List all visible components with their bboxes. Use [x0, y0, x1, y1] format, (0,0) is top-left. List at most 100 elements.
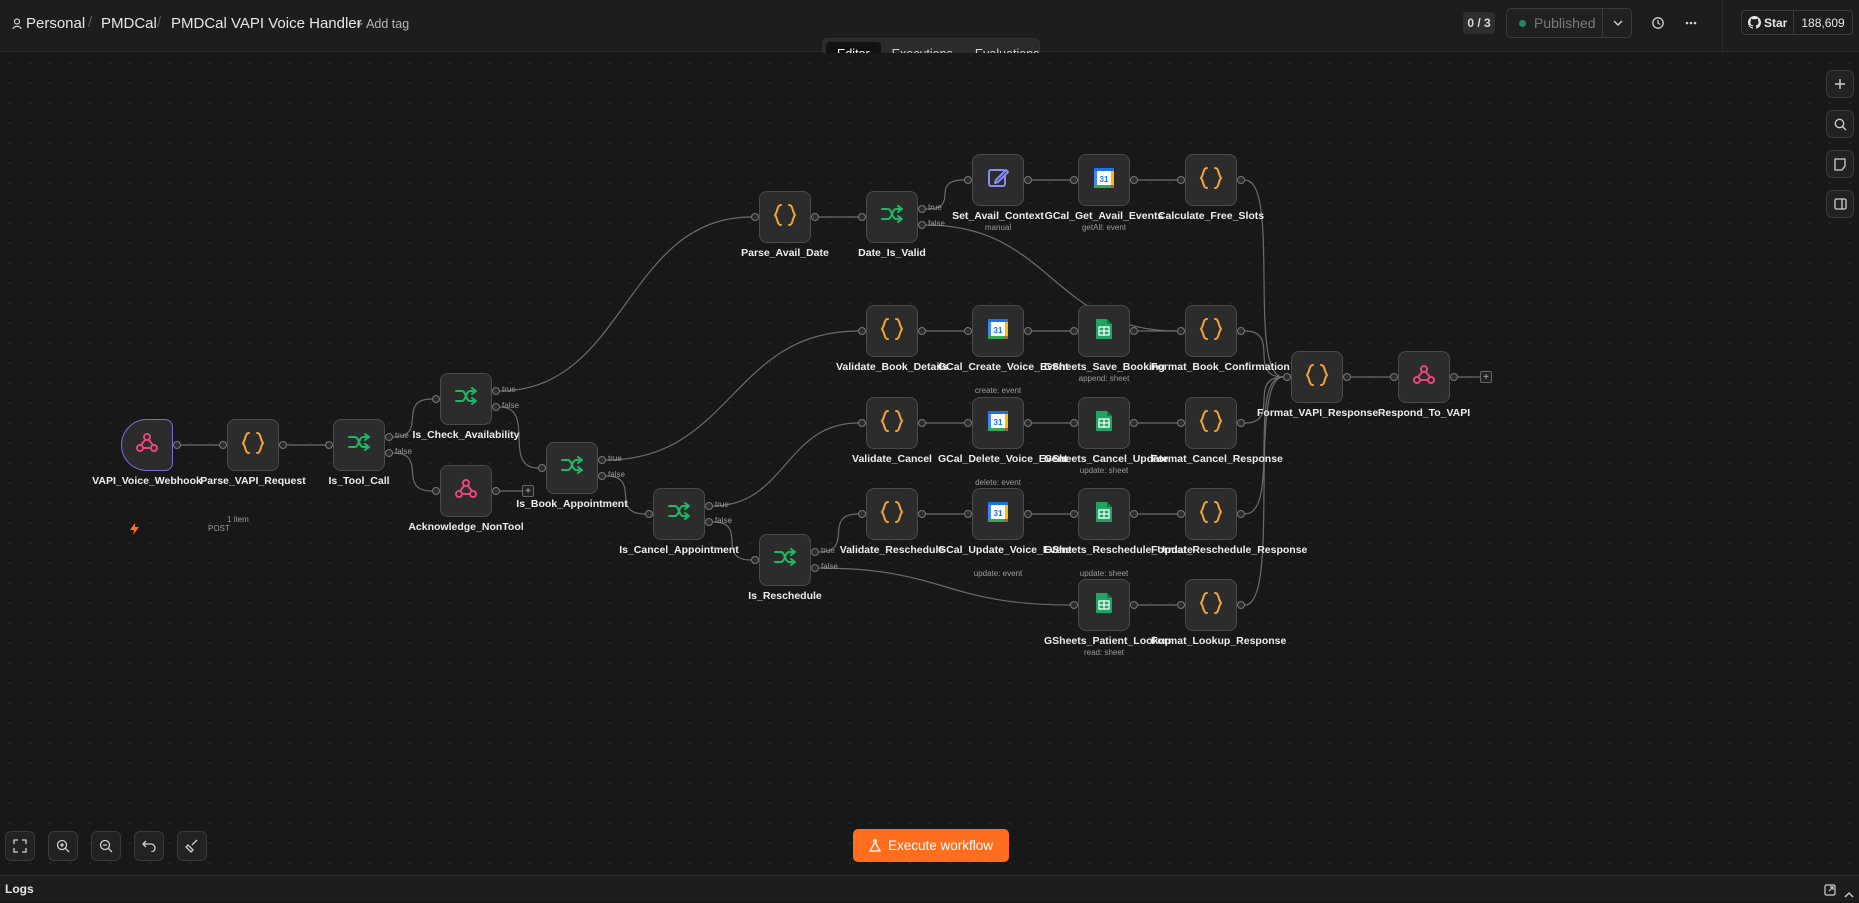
output-port[interactable] [705, 518, 713, 526]
input-port[interactable] [964, 419, 972, 427]
node-format-lookup-response[interactable] [1185, 579, 1237, 631]
output-port[interactable] [918, 510, 926, 518]
breadcrumb-project[interactable]: PMDCal [101, 15, 157, 32]
node-format-reschedule-response[interactable] [1185, 488, 1237, 540]
breadcrumb-personal[interactable]: Personal [26, 15, 85, 32]
input-port[interactable] [964, 327, 972, 335]
output-port[interactable] [811, 564, 819, 572]
fit-view-button[interactable] [5, 831, 35, 861]
node-gcal-get-avail-events[interactable]: 31 [1078, 154, 1130, 206]
node-format-vapi-response[interactable] [1291, 351, 1343, 403]
popout-icon[interactable] [1824, 883, 1836, 901]
input-port[interactable] [858, 419, 866, 427]
output-port[interactable] [1130, 510, 1138, 518]
input-port[interactable] [751, 213, 759, 221]
output-port[interactable] [598, 456, 606, 464]
node-acknowledge-nontool[interactable] [440, 465, 492, 517]
node-set-avail-context[interactable] [972, 154, 1024, 206]
output-port[interactable] [1130, 419, 1138, 427]
output-port[interactable] [1343, 373, 1351, 381]
output-port[interactable] [173, 441, 181, 449]
output-port[interactable] [1024, 419, 1032, 427]
node-validate-cancel[interactable] [866, 397, 918, 449]
node-parse-vapi-request[interactable] [227, 419, 279, 471]
output-port[interactable] [918, 221, 926, 229]
output-port[interactable] [1237, 601, 1245, 609]
input-port[interactable] [1070, 510, 1078, 518]
input-port[interactable] [751, 556, 759, 564]
github-star-button[interactable]: Star 188,609 [1741, 10, 1853, 35]
node-is-tool-call[interactable] [333, 419, 385, 471]
sticky-note-button[interactable] [1826, 150, 1854, 178]
tidy-up-button[interactable] [177, 831, 207, 861]
node-validate-book-details[interactable] [866, 305, 918, 357]
output-port[interactable] [811, 213, 819, 221]
zoom-out-button[interactable] [91, 831, 121, 861]
history-button[interactable] [1649, 14, 1667, 32]
output-port[interactable] [1237, 510, 1245, 518]
node-format-book-confirmation[interactable] [1185, 305, 1237, 357]
output-port[interactable] [1024, 327, 1032, 335]
input-port[interactable] [1070, 327, 1078, 335]
output-port[interactable] [918, 327, 926, 335]
input-port[interactable] [1390, 373, 1398, 381]
node-gsheets-patient-lookup[interactable] [1078, 579, 1130, 631]
workflow-title[interactable]: PMDCal VAPI Voice Handler [171, 15, 362, 32]
output-port[interactable] [385, 433, 393, 441]
input-port[interactable] [219, 441, 227, 449]
output-port[interactable] [1237, 419, 1245, 427]
input-port[interactable] [964, 176, 972, 184]
output-port[interactable] [598, 472, 606, 480]
zoom-in-button[interactable] [48, 831, 78, 861]
input-port[interactable] [1070, 601, 1078, 609]
output-port[interactable] [1024, 510, 1032, 518]
publish-dropdown-button[interactable] [1602, 8, 1632, 38]
node-gsheets-save-booking[interactable] [1078, 305, 1130, 357]
input-port[interactable] [325, 441, 333, 449]
chevron-up-icon[interactable] [1844, 885, 1854, 903]
output-port[interactable] [1450, 373, 1458, 381]
node-is-cancel-appointment[interactable] [653, 488, 705, 540]
output-port[interactable] [1130, 327, 1138, 335]
output-port[interactable] [918, 419, 926, 427]
input-port[interactable] [538, 464, 546, 472]
input-port[interactable] [1177, 419, 1185, 427]
node-gsheets-cancel-update[interactable] [1078, 397, 1130, 449]
output-port[interactable] [918, 205, 926, 213]
node-is-reschedule[interactable] [759, 534, 811, 586]
output-port[interactable] [492, 403, 500, 411]
output-port[interactable] [385, 449, 393, 457]
node-parse-avail-date[interactable] [759, 191, 811, 243]
node-date-is-valid[interactable] [866, 191, 918, 243]
node-calculate-free-slots[interactable] [1185, 154, 1237, 206]
output-port[interactable] [1024, 176, 1032, 184]
add-next-node-button[interactable]: + [522, 485, 534, 497]
input-port[interactable] [858, 510, 866, 518]
node-is-book-appointment[interactable] [546, 442, 598, 494]
input-port[interactable] [1177, 327, 1185, 335]
input-port[interactable] [1070, 419, 1078, 427]
input-port[interactable] [1070, 176, 1078, 184]
output-port[interactable] [492, 387, 500, 395]
logs-panel-bar[interactable]: Logs [0, 875, 1859, 901]
output-port[interactable] [492, 487, 500, 495]
github-star-part[interactable]: Star [1742, 11, 1795, 34]
node-format-cancel-response[interactable] [1185, 397, 1237, 449]
node-respond-to-vapi[interactable] [1398, 351, 1450, 403]
more-options-button[interactable] [1682, 14, 1700, 32]
node-validate-reschedule[interactable] [866, 488, 918, 540]
toggle-panel-button[interactable] [1826, 190, 1854, 218]
search-nodes-button[interactable] [1826, 110, 1854, 138]
execute-workflow-button[interactable]: Execute workflow [853, 829, 1009, 862]
input-port[interactable] [1177, 176, 1185, 184]
output-port[interactable] [279, 441, 287, 449]
node-gcal-delete-voice-event[interactable]: 31 [972, 397, 1024, 449]
node-gsheets-reschedule-update[interactable] [1078, 488, 1130, 540]
input-port[interactable] [858, 213, 866, 221]
add-node-button[interactable] [1826, 70, 1854, 98]
input-port[interactable] [1177, 601, 1185, 609]
output-port[interactable] [1237, 176, 1245, 184]
input-port[interactable] [1283, 373, 1291, 381]
output-port[interactable] [1237, 327, 1245, 335]
node-gcal-create-voice-event[interactable]: 31 [972, 305, 1024, 357]
